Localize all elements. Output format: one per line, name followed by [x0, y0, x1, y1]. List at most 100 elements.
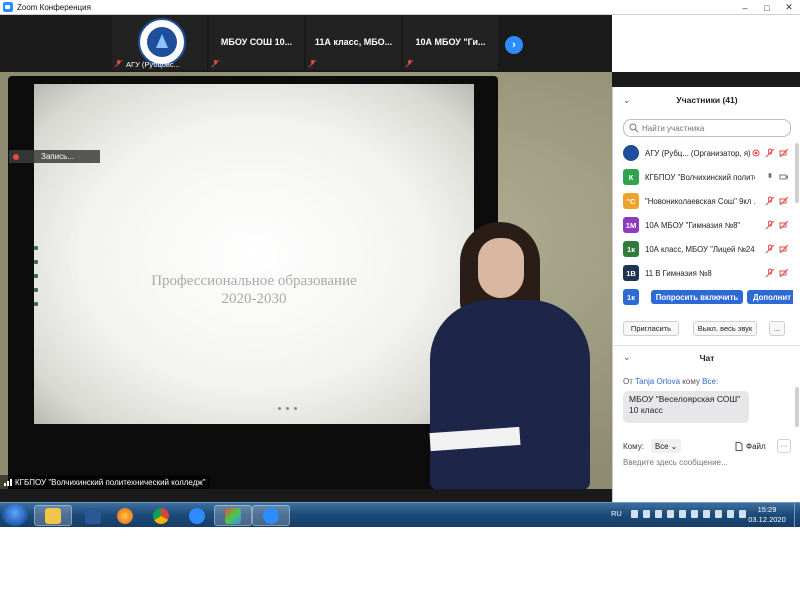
mic-muted-icon[interactable]: [765, 268, 775, 278]
tile-name: 11А класс, МБО...: [314, 37, 393, 47]
participant-search[interactable]: [623, 119, 791, 137]
maximize-icon[interactable]: □: [756, 0, 778, 15]
taskbar-chrome[interactable]: [142, 505, 180, 526]
participant-row[interactable]: АГУ (Рубц... (Организатор, я): [613, 141, 793, 165]
tv-sidebar-controls: [34, 246, 40, 366]
gallery-tile[interactable]: МБОУ СОШ 10...: [209, 16, 304, 70]
taskbar-explorer[interactable]: [34, 505, 72, 526]
university-logo: [138, 18, 186, 66]
close-icon[interactable]: ✕: [778, 0, 800, 15]
record-icon: [13, 153, 19, 160]
window-titlebar: Zoom Конференция – □ ✕: [0, 0, 800, 15]
recording-label: Запись...: [41, 152, 74, 161]
mic-muted-icon: [405, 59, 414, 68]
tile-name: МБОУ СОШ 10...: [220, 37, 293, 47]
gallery-tile[interactable]: АГУ (Рубцовс...: [112, 16, 207, 70]
video-off-icon[interactable]: [779, 196, 789, 206]
chat-message: МБОУ "Веселоярская СОШ" 10 класс: [623, 391, 749, 423]
word-icon: [85, 507, 101, 524]
taskbar-paint[interactable]: [214, 505, 252, 526]
search-input[interactable]: [642, 123, 782, 133]
speaker-figure: [420, 222, 600, 489]
mic-muted-icon[interactable]: [765, 244, 775, 254]
chat-more-button[interactable]: ···: [777, 439, 791, 453]
signal-icon: [4, 478, 12, 486]
search-icon: [629, 123, 639, 133]
chat-message-input[interactable]: [623, 455, 793, 469]
recording-indicator[interactable]: Запись...: [9, 150, 100, 163]
slide-title-line: Профессиональное образование: [151, 273, 357, 289]
file-label: Файл: [746, 441, 766, 451]
more-options-button[interactable]: Дополнит: [747, 290, 793, 304]
slide-title: Профессиональное образование 2020-2030: [34, 272, 474, 308]
speaker-name: КГБПОУ "Волчихинский политехнический кол…: [15, 477, 206, 487]
zoom-icon: [263, 507, 279, 524]
participant-row[interactable]: 1к Попросить включить Дополнит: [613, 285, 793, 309]
video-off-icon[interactable]: [779, 268, 789, 278]
recipient-select[interactable]: Все ⌄: [651, 439, 682, 453]
participant-row[interactable]: 1В 11 В Гимназия №8: [613, 261, 793, 285]
side-panel: ⌄ Участники (41) АГУ (Рубц... (Организат…: [612, 87, 800, 527]
avatar: "С: [623, 193, 639, 209]
chat-scrollbar[interactable]: [795, 387, 799, 427]
file-button[interactable]: Файл: [735, 439, 766, 453]
window-controls: – □ ✕: [734, 0, 800, 15]
clock-date: 03.12.2020: [748, 515, 786, 524]
main-video[interactable]: Профессиональное образование 2020-2030 З…: [0, 72, 612, 489]
to-word: кому: [682, 377, 700, 386]
tile-name: 10А МБОУ "Ги...: [415, 37, 486, 47]
start-button[interactable]: [2, 504, 28, 526]
participant-row[interactable]: "С "Новониколаевская Сош" 9кл ...: [613, 189, 793, 213]
recipient-select-value: Все: [655, 441, 669, 451]
show-desktop-button[interactable]: [794, 503, 800, 527]
participants-footer: Пригласить Выкл. весь звук ...: [613, 321, 800, 339]
participants-header: ⌄ Участники (41): [613, 87, 800, 113]
ask-to-unmute-button[interactable]: Попросить включить: [651, 290, 743, 304]
tile-label: АГУ (Рубцовс...: [126, 60, 180, 69]
folder-icon: [45, 507, 61, 524]
slide-title-line: 2020-2030: [221, 291, 287, 307]
sender-name[interactable]: Tanja Orlova: [635, 377, 680, 386]
windows-taskbar: RU 15:29 03.12.2020: [0, 502, 800, 527]
participants-scrollbar[interactable]: [795, 143, 799, 203]
participant-name: 10А класс, МБОУ "Лицей №24"...: [645, 245, 755, 254]
avatar: 1к: [623, 289, 639, 305]
to-label: Кому:: [623, 441, 644, 451]
tray-icons: [631, 510, 746, 518]
system-tray: RU 15:29 03.12.2020: [607, 503, 800, 527]
mic-muted-icon[interactable]: [765, 220, 775, 230]
chat-recipient-bar: Кому: Все ⌄ Файл ···: [623, 439, 799, 453]
mic-muted-icon[interactable]: [765, 148, 775, 158]
chrome-icon: [153, 507, 169, 524]
invite-button[interactable]: Пригласить: [623, 321, 679, 336]
mic-muted-icon: [211, 59, 220, 68]
video-off-icon[interactable]: [779, 148, 789, 158]
video-off-icon[interactable]: [779, 220, 789, 230]
clock[interactable]: 15:29 03.12.2020: [747, 505, 787, 525]
taskbar-zoom-meeting[interactable]: [252, 505, 290, 526]
video-icon[interactable]: [779, 172, 789, 182]
taskbar-zoom[interactable]: [178, 505, 216, 526]
file-icon: [735, 441, 743, 451]
mic-icon[interactable]: [765, 172, 775, 182]
paint-icon: [225, 507, 241, 524]
mute-all-button[interactable]: Выкл. весь звук: [693, 321, 757, 336]
zoom-icon: [189, 507, 205, 524]
participant-row[interactable]: 1к 10А класс, МБОУ "Лицей №24"...: [613, 237, 793, 261]
more-button[interactable]: ...: [769, 321, 785, 336]
participant-row[interactable]: К КГБПОУ "Волчихинский полите...: [613, 165, 793, 189]
mic-muted-icon[interactable]: [765, 196, 775, 206]
minimize-icon[interactable]: –: [734, 0, 756, 15]
participant-list: АГУ (Рубц... (Организатор, я) К КГБПОУ "…: [613, 141, 793, 321]
gallery-tile[interactable]: 10А МБОУ "Ги...: [403, 16, 498, 70]
record-icon: [752, 149, 760, 157]
gallery-tile[interactable]: 11А класс, МБО...: [306, 16, 401, 70]
language-indicator[interactable]: RU: [611, 509, 622, 518]
taskbar-firefox[interactable]: [106, 505, 144, 526]
gallery-next-button[interactable]: ›: [505, 36, 523, 54]
participant-name: КГБПОУ "Волчихинский полите...: [645, 173, 755, 182]
presentation-slide: Профессиональное образование 2020-2030: [34, 84, 474, 424]
participant-row[interactable]: 1М 10А МБОУ "Гимназия №8": [613, 213, 793, 237]
video-off-icon[interactable]: [779, 244, 789, 254]
mic-muted-icon: [308, 59, 317, 68]
